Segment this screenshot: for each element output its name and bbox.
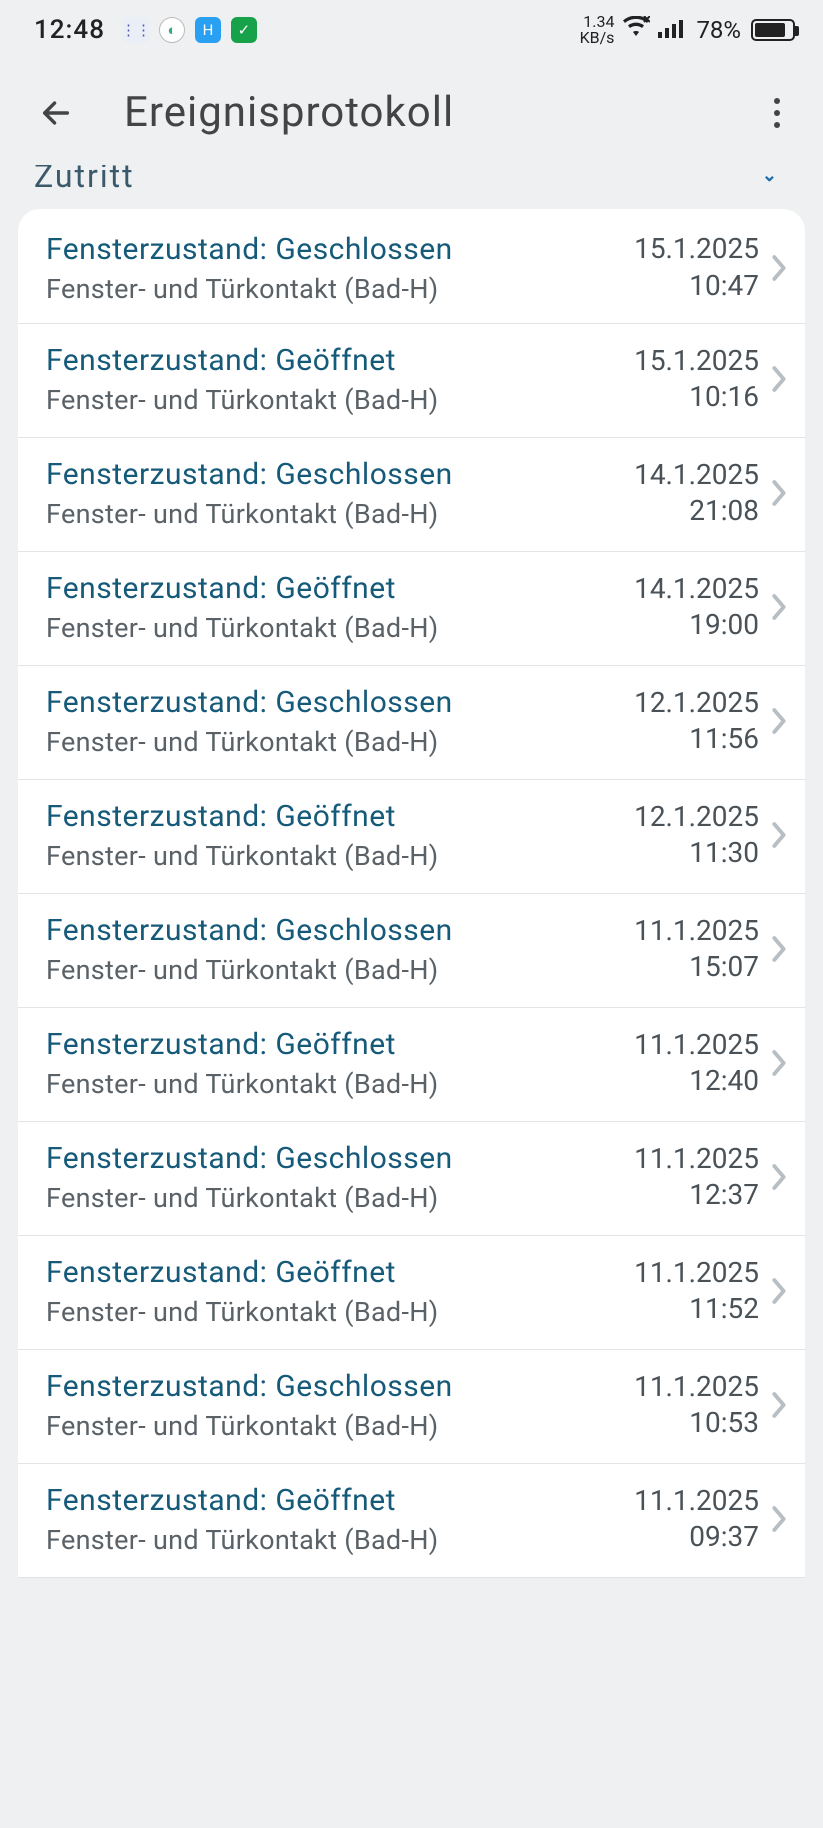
event-time: 10:47 bbox=[634, 268, 759, 304]
event-title: Fensterzustand: Geöffnet bbox=[46, 1482, 624, 1520]
event-subtitle: Fenster- und Türkontakt (Bad-H) bbox=[46, 840, 624, 872]
event-row[interactable]: Fensterzustand: Geschlossen Fenster- und … bbox=[18, 894, 805, 1008]
event-time: 11:30 bbox=[634, 835, 759, 871]
event-row[interactable]: Fensterzustand: Geöffnet Fenster- und Tür… bbox=[18, 552, 805, 666]
event-time: 10:16 bbox=[634, 379, 759, 415]
back-button[interactable] bbox=[28, 85, 84, 141]
event-date: 11.1.2025 bbox=[634, 1255, 759, 1291]
event-date: 14.1.2025 bbox=[634, 571, 759, 607]
event-date: 11.1.2025 bbox=[634, 1369, 759, 1405]
chevron-right-icon bbox=[765, 1049, 793, 1077]
event-title: Fensterzustand: Geschlossen bbox=[46, 912, 624, 950]
teams-icon: ⋮⋮ bbox=[123, 17, 149, 43]
event-title: Fensterzustand: Geöffnet bbox=[46, 1026, 624, 1064]
event-row[interactable]: Fensterzustand: Geöffnet Fenster- und Tür… bbox=[18, 1008, 805, 1122]
event-row[interactable]: Fensterzustand: Geschlossen Fenster- und … bbox=[18, 209, 805, 324]
event-time: 12:37 bbox=[634, 1177, 759, 1213]
event-subtitle: Fenster- und Türkontakt (Bad-H) bbox=[46, 1182, 624, 1214]
event-date: 14.1.2025 bbox=[634, 457, 759, 493]
event-date: 12.1.2025 bbox=[634, 685, 759, 721]
status-time: 12:48 bbox=[34, 15, 105, 45]
chevron-right-icon bbox=[765, 1163, 793, 1191]
event-title: Fensterzustand: Geöffnet bbox=[46, 798, 624, 836]
wifi-icon bbox=[622, 16, 650, 44]
event-title: Fensterzustand: Geöffnet bbox=[46, 570, 624, 608]
event-subtitle: Fenster- und Türkontakt (Bad-H) bbox=[46, 612, 624, 644]
net-speed-unit: KB/s bbox=[580, 30, 615, 46]
event-title: Fensterzustand: Geöffnet bbox=[46, 1254, 624, 1292]
network-speed: 1.34 KB/s bbox=[580, 14, 615, 46]
event-time: 11:56 bbox=[634, 721, 759, 757]
event-row[interactable]: Fensterzustand: Geöffnet Fenster- und Tür… bbox=[18, 780, 805, 894]
event-title: Fensterzustand: Geschlossen bbox=[46, 1140, 624, 1178]
event-row[interactable]: Fensterzustand: Geöffnet Fenster- und Tür… bbox=[18, 1464, 805, 1578]
event-date: 12.1.2025 bbox=[634, 799, 759, 835]
chevron-right-icon bbox=[765, 254, 793, 282]
event-row[interactable]: Fensterzustand: Geöffnet Fenster- und Tür… bbox=[18, 1236, 805, 1350]
event-date: 15.1.2025 bbox=[634, 231, 759, 267]
event-subtitle: Fenster- und Türkontakt (Bad-H) bbox=[46, 273, 624, 305]
app-header: Ereignisprotokoll bbox=[0, 60, 823, 165]
signal-icon bbox=[658, 16, 688, 44]
event-row[interactable]: Fensterzustand: Geöffnet Fenster- und Tür… bbox=[18, 324, 805, 438]
event-subtitle: Fenster- und Türkontakt (Bad-H) bbox=[46, 726, 624, 758]
event-subtitle: Fenster- und Türkontakt (Bad-H) bbox=[46, 498, 624, 530]
event-subtitle: Fenster- und Türkontakt (Bad-H) bbox=[46, 954, 624, 986]
event-subtitle: Fenster- und Türkontakt (Bad-H) bbox=[46, 1524, 624, 1556]
section-label: Zutritt bbox=[0, 165, 169, 199]
page-title: Ereignisprotokoll bbox=[124, 88, 749, 137]
event-time: 12:40 bbox=[634, 1063, 759, 1099]
event-title: Fensterzustand: Geschlossen bbox=[46, 456, 624, 494]
event-row[interactable]: Fensterzustand: Geschlossen Fenster- und … bbox=[18, 666, 805, 780]
app-icon-2: ✓ bbox=[231, 17, 257, 43]
event-date: 11.1.2025 bbox=[634, 913, 759, 949]
battery-icon bbox=[751, 19, 795, 41]
browser-icon: ◐ bbox=[159, 17, 185, 43]
chevron-right-icon bbox=[765, 1391, 793, 1419]
collapse-icon[interactable]: ⌄ bbox=[762, 165, 779, 186]
app-icon-1: H bbox=[195, 17, 221, 43]
more-options-button[interactable] bbox=[749, 85, 805, 141]
event-time: 15:07 bbox=[634, 949, 759, 985]
event-row[interactable]: Fensterzustand: Geschlossen Fenster- und … bbox=[18, 438, 805, 552]
event-subtitle: Fenster- und Türkontakt (Bad-H) bbox=[46, 1410, 624, 1442]
chevron-right-icon bbox=[765, 707, 793, 735]
chevron-right-icon bbox=[765, 935, 793, 963]
event-time: 11:52 bbox=[634, 1291, 759, 1327]
event-date: 11.1.2025 bbox=[634, 1027, 759, 1063]
event-date: 11.1.2025 bbox=[634, 1141, 759, 1177]
event-date: 11.1.2025 bbox=[634, 1483, 759, 1519]
event-row[interactable]: Fensterzustand: Geschlossen Fenster- und … bbox=[18, 1350, 805, 1464]
event-subtitle: Fenster- und Türkontakt (Bad-H) bbox=[46, 1068, 624, 1100]
chevron-right-icon bbox=[765, 821, 793, 849]
event-list: Fensterzustand: Geschlossen Fenster- und … bbox=[18, 209, 805, 1578]
chevron-right-icon bbox=[765, 1505, 793, 1533]
event-title: Fensterzustand: Geschlossen bbox=[46, 1368, 624, 1406]
chevron-right-icon bbox=[765, 479, 793, 507]
event-time: 21:08 bbox=[634, 493, 759, 529]
chevron-right-icon bbox=[765, 1277, 793, 1305]
status-bar: 12:48 ⋮⋮ ◐ H ✓ 1.34 KB/s 78% bbox=[0, 0, 823, 60]
event-time: 19:00 bbox=[634, 607, 759, 643]
event-time: 09:37 bbox=[634, 1519, 759, 1555]
chevron-right-icon bbox=[765, 593, 793, 621]
event-subtitle: Fenster- und Türkontakt (Bad-H) bbox=[46, 384, 624, 416]
event-title: Fensterzustand: Geöffnet bbox=[46, 342, 624, 380]
event-date: 15.1.2025 bbox=[634, 343, 759, 379]
event-time: 10:53 bbox=[634, 1405, 759, 1441]
event-title: Fensterzustand: Geschlossen bbox=[46, 231, 624, 269]
battery-percentage: 78% bbox=[696, 16, 741, 44]
event-subtitle: Fenster- und Türkontakt (Bad-H) bbox=[46, 1296, 624, 1328]
event-row[interactable]: Fensterzustand: Geschlossen Fenster- und … bbox=[18, 1122, 805, 1236]
chevron-right-icon bbox=[765, 365, 793, 393]
event-title: Fensterzustand: Geschlossen bbox=[46, 684, 624, 722]
